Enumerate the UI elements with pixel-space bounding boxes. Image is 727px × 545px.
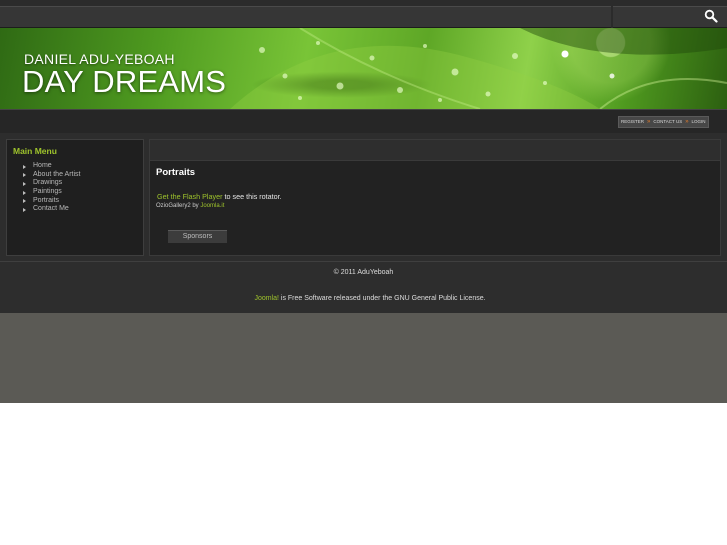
- joomla-it-link[interactable]: Joomla.it: [200, 203, 224, 209]
- menu-item-home[interactable]: Home: [21, 162, 80, 171]
- main-panel: Portraits Get the Flash Player to see th…: [149, 139, 721, 256]
- flash-notice-text: to see this rotator.: [222, 192, 282, 201]
- separator-arrow-icon: »: [685, 119, 689, 125]
- menu-item-contact[interactable]: Contact Me: [21, 205, 80, 214]
- top-bar: [0, 0, 727, 28]
- joomla-link[interactable]: Joomla!: [254, 295, 279, 302]
- menu-item-portraits[interactable]: Portraits: [21, 197, 80, 206]
- nav-strip: REGISTER » CONTACT US » LOGIN: [0, 109, 727, 134]
- page-title: Portraits: [156, 167, 196, 178]
- footer: © 2011 AduYeboah Joomla! is Free Softwar…: [0, 261, 727, 313]
- main-menu: Home About the Artist Drawings Paintings…: [21, 162, 80, 214]
- menu-item-about[interactable]: About the Artist: [21, 171, 80, 180]
- flash-player-link[interactable]: Get the Flash Player: [157, 192, 223, 201]
- top-links: REGISTER » CONTACT US » LOGIN: [618, 116, 709, 128]
- license-text: Joomla! is Free Software released under …: [0, 295, 727, 302]
- separator-arrow-icon: »: [647, 119, 651, 125]
- sidebar: Main Menu Home About the Artist Drawings…: [6, 139, 144, 256]
- site-title: DAY DREAMS: [22, 64, 227, 99]
- copyright-text: © 2011 AduYeboah: [333, 269, 394, 276]
- credit-prefix: OzioGallery2 by: [156, 203, 201, 209]
- search-icon[interactable]: [704, 9, 718, 23]
- register-link[interactable]: REGISTER: [621, 117, 644, 127]
- login-link[interactable]: LOGIN: [692, 117, 706, 127]
- header-banner: DANIEL ADU-YEBOAH DAY DREAMS: [0, 28, 727, 109]
- menu-item-paintings[interactable]: Paintings: [21, 188, 80, 197]
- page: DANIEL ADU-YEBOAH DAY DREAMS REGISTER » …: [0, 0, 727, 403]
- license-body: is Free Software released under the GNU …: [278, 295, 486, 302]
- contact-us-link[interactable]: CONTACT US: [653, 117, 682, 127]
- sidebar-title: Main Menu: [13, 146, 57, 156]
- menu-item-drawings[interactable]: Drawings: [21, 179, 80, 188]
- flash-notice: Get the Flash Player to see this rotator…: [157, 192, 282, 201]
- top-bar-segment: [0, 6, 611, 28]
- sponsors-tab[interactable]: Sponsors: [168, 230, 227, 243]
- content-area: Main Menu Home About the Artist Drawings…: [0, 133, 727, 261]
- gallery-credit: OzioGallery2 by Joomla.it: [156, 203, 224, 209]
- main-panel-header: [150, 140, 720, 161]
